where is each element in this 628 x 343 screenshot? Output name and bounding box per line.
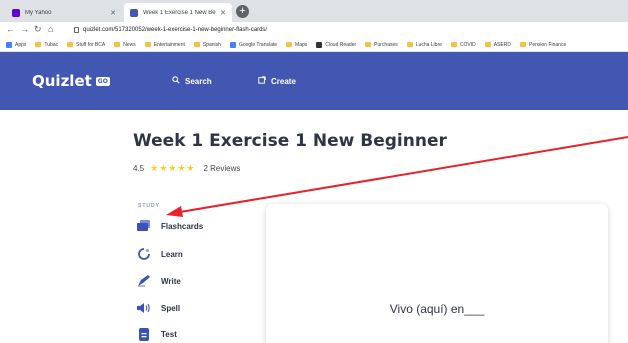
- study-mode-label: Test: [161, 329, 177, 339]
- study-section-label: STUDY: [138, 203, 160, 209]
- close-tab-icon[interactable]: ✕: [110, 9, 116, 17]
- search-label: Search: [185, 76, 212, 86]
- study-mode-learn[interactable]: Learn: [137, 248, 183, 260]
- flashcard[interactable]: Vivo (aquí) en___: [266, 204, 608, 343]
- rating-row[interactable]: 4.5 ★★★★★ 2 Reviews: [133, 163, 240, 174]
- bookmark-google-translate[interactable]: Google Translate: [229, 41, 278, 48]
- study-mode-write[interactable]: Write: [137, 275, 181, 287]
- search-icon: [172, 76, 180, 86]
- bookmarks-bar: Apps Tubac Stuff for BCA News Entertainm…: [0, 38, 628, 52]
- folder-icon: [450, 42, 457, 47]
- folder-icon: [144, 42, 151, 47]
- folder-icon: [286, 42, 293, 47]
- bookmark-label: Purchases: [374, 41, 398, 48]
- go-badge: GO: [95, 76, 110, 86]
- study-mode-label: Learn: [161, 249, 183, 259]
- browser-tab-yahoo[interactable]: My Yahoo ✕: [6, 3, 122, 22]
- bookmark-maps[interactable]: Maps: [286, 42, 307, 48]
- folder-icon: [484, 42, 491, 47]
- bookmark-label: Lucha Libre: [415, 41, 442, 48]
- bookmark-covid[interactable]: COVID: [450, 41, 476, 48]
- browser-tab-strip: My Yahoo ✕ Week 1 Exercise 1 New Beginne…: [0, 0, 628, 22]
- set-title: Week 1 Exercise 1 New Beginner: [133, 131, 447, 151]
- forward-arrow-icon[interactable]: →: [20, 24, 29, 34]
- bookmark-pension-finance[interactable]: Pension Finance: [519, 41, 567, 48]
- bookmark-label: Stuff for BCA: [76, 41, 106, 48]
- apps-icon: [6, 41, 12, 48]
- quizlet-header: Quizlet GO Search Create: [0, 52, 628, 110]
- bookmark-label: Spanish: [202, 41, 221, 48]
- bookmark-tubac[interactable]: Tubac: [35, 42, 58, 48]
- study-mode-label: Flashcards: [161, 221, 204, 231]
- folder-icon: [365, 42, 372, 47]
- bookmark-label: Maps: [295, 41, 308, 48]
- bookmark-label: COVID: [459, 41, 476, 48]
- quizlet-favicon-icon: [130, 8, 138, 17]
- create-button[interactable]: Create: [258, 76, 296, 86]
- search-button[interactable]: Search: [172, 76, 212, 86]
- browser-tab-quizlet[interactable]: Week 1 Exercise 1 New Beginner ✕: [124, 3, 232, 22]
- folder-icon: [193, 42, 200, 47]
- folder-icon: [114, 42, 121, 47]
- folder-icon: [406, 42, 413, 47]
- bookmark-label: Apps: [15, 41, 27, 48]
- bookmark-spanish[interactable]: Spanish: [193, 41, 221, 48]
- bookmark-label: Cloud Reader: [325, 41, 357, 48]
- bookmark-lucha-libre[interactable]: Lucha Libre: [406, 41, 442, 48]
- star-rating-icon: ★★★★★: [150, 163, 196, 173]
- flashcard-term: Vivo (aquí) en___: [389, 302, 485, 316]
- reload-icon[interactable]: ↻: [34, 24, 42, 35]
- home-icon[interactable]: ⌂: [48, 24, 53, 34]
- new-tab-button[interactable]: +: [236, 5, 249, 18]
- quizlet-logo[interactable]: Quizlet GO: [32, 72, 110, 90]
- study-mode-label: Write: [161, 276, 181, 286]
- flashcards-icon: [137, 220, 151, 232]
- folder-icon: [519, 42, 526, 47]
- study-mode-label: Spell: [161, 303, 181, 313]
- close-tab-icon[interactable]: ✕: [220, 9, 226, 17]
- bookmark-entertainment[interactable]: Entertainment: [144, 41, 185, 48]
- bookmark-news[interactable]: News: [114, 42, 136, 48]
- learn-icon: [137, 248, 151, 260]
- study-mode-spell[interactable]: Spell: [137, 302, 180, 314]
- address-bar[interactable]: quizlet.com/517320052/week-1-exercise-1-…: [74, 23, 628, 37]
- browser-toolbar: ← → ↻ ⌂ quizlet.com/517320052/week-1-exe…: [0, 22, 628, 38]
- bookmark-label: Pension Finance: [528, 41, 567, 48]
- rating-value: 4.5: [133, 164, 145, 173]
- yahoo-favicon-icon: [12, 8, 20, 17]
- cloud-reader-icon: [316, 41, 323, 48]
- bookmark-purchases[interactable]: Purchases: [365, 42, 398, 48]
- study-mode-test[interactable]: Test: [137, 327, 177, 341]
- screenshot-frame: My Yahoo ✕ Week 1 Exercise 1 New Beginne…: [0, 0, 628, 343]
- bookmark-label: News: [123, 41, 136, 48]
- bookmark-label: ASERD: [493, 41, 511, 48]
- bookmark-stuff-for-bca[interactable]: Stuff for BCA: [67, 42, 105, 48]
- bookmark-apps[interactable]: Apps: [6, 41, 27, 48]
- bookmark-label: Tubac: [44, 41, 59, 48]
- create-icon: [258, 76, 266, 86]
- reviews-count: 2 Reviews: [203, 164, 241, 173]
- back-arrow-icon[interactable]: ←: [6, 24, 15, 34]
- logo-text: Quizlet: [32, 72, 92, 90]
- study-mode-flashcards[interactable]: Flashcards: [137, 220, 203, 232]
- url-text: quizlet.com/517320052/week-1-exercise-1-…: [83, 27, 268, 33]
- tab-title: My Yahoo: [25, 9, 52, 16]
- google-translate-icon: [229, 41, 236, 48]
- lock-icon: [74, 27, 79, 33]
- create-label: Create: [271, 76, 296, 86]
- write-icon: [137, 275, 151, 287]
- bookmark-label: Google Translate: [238, 41, 278, 48]
- bookmark-cloud-reader[interactable]: Cloud Reader: [316, 41, 357, 48]
- folder-icon: [35, 42, 42, 47]
- bookmark-label: Entertainment: [153, 41, 185, 48]
- tab-title: Week 1 Exercise 1 New Beginner: [143, 9, 216, 16]
- test-icon: [137, 327, 151, 341]
- bookmark-aserd[interactable]: ASERD: [484, 41, 511, 48]
- folder-icon: [67, 42, 74, 47]
- speaker-icon: [137, 302, 151, 314]
